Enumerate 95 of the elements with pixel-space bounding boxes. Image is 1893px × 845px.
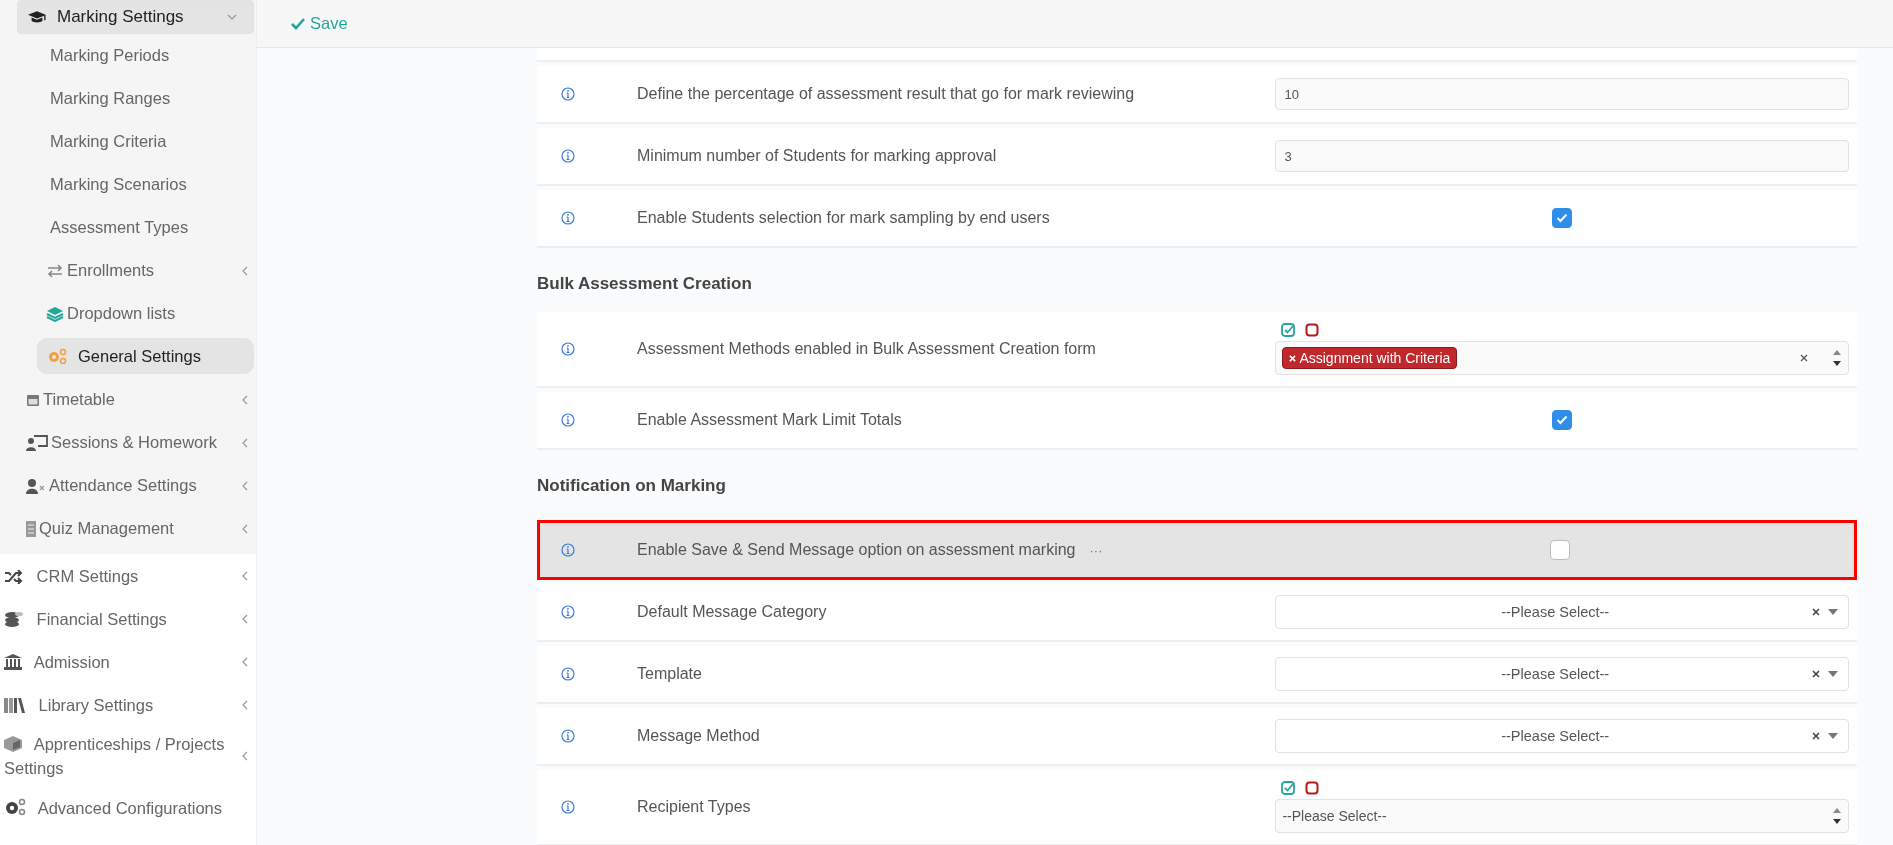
dropdown[interactable]: --Please Select-- [1275, 719, 1849, 753]
chevron-left-icon [242, 265, 248, 276]
sidebar-item[interactable]: General Settings [37, 338, 254, 374]
sidebar-item[interactable]: CRM Settings [0, 554, 254, 597]
dropdown[interactable]: --Please Select-- [1275, 657, 1849, 691]
gears-icon [4, 797, 26, 816]
sidebar-item[interactable]: Sessions & Homework [0, 421, 254, 464]
sidebar-item[interactable]: Marking Settings [17, 0, 254, 34]
info-icon[interactable] [561, 413, 575, 427]
sidebar-item[interactable]: Timetable [0, 378, 254, 421]
deselect-all-icon[interactable] [1305, 781, 1320, 795]
checkbox[interactable] [1552, 410, 1573, 430]
checkmark-icon [1556, 213, 1569, 223]
tag[interactable]: Assignment with Criteria [1282, 347, 1458, 369]
chevron-down-icon [227, 14, 237, 20]
graduation-cap-icon [28, 9, 46, 25]
sidebar-item[interactable]: Financial Settings [0, 597, 254, 640]
sidebar-item[interactable]: Advanced Configurations [0, 786, 254, 829]
field-label: Default Message Category [637, 603, 827, 621]
books-icon [4, 696, 26, 713]
gears-icon [47, 348, 67, 364]
multi-select-field[interactable]: --Please Select-- [1275, 799, 1849, 833]
section-heading: Notification on Marking [537, 475, 727, 497]
layers-icon [46, 305, 64, 322]
checkbox[interactable] [1549, 540, 1570, 560]
chevron-left-icon [242, 656, 248, 667]
select-all-icon[interactable] [1281, 323, 1296, 337]
field-label: Assessment Methods enabled in Bulk Assessment Creation form [637, 340, 1096, 358]
input-field[interactable]: 3 [1275, 140, 1849, 172]
info-icon[interactable] [561, 667, 575, 681]
info-icon[interactable] [561, 605, 575, 619]
field-label: Define the percentage of assessment result that go for mark reviewing [637, 85, 1135, 103]
chevron-left-icon [242, 570, 248, 581]
sidebar-item[interactable]: Enrollments [0, 249, 254, 292]
sidebar-item[interactable]: Library Settings [0, 683, 254, 726]
cube-icon [4, 736, 22, 752]
field-label: Minimum number of Students for marking approval [637, 147, 997, 165]
checklist-icon [26, 520, 36, 537]
sidebar-item[interactable]: Dropdown lists [0, 292, 254, 335]
field-label: Enable Save & Send Message option on assessment marking [637, 541, 1076, 559]
sidebar-item[interactable]: Attendance Settings [0, 464, 254, 507]
input-field[interactable]: 10 [1275, 78, 1849, 110]
info-icon[interactable] [561, 729, 575, 743]
checkmark-icon [291, 17, 305, 30]
bank-icon [4, 653, 22, 670]
chevron-left-icon [242, 613, 248, 624]
spinner-arrows-icon[interactable] [1832, 348, 1842, 368]
info-icon[interactable] [561, 149, 575, 163]
calendar-icon [26, 392, 40, 407]
shuffle-icon [4, 569, 24, 584]
info-icon[interactable] [561, 342, 575, 356]
select-all-icon[interactable] [1281, 781, 1296, 795]
chevron-left-icon [242, 523, 248, 534]
checkbox[interactable] [1552, 208, 1573, 228]
field-label: Recipient Types [637, 798, 751, 816]
sidebar-item[interactable]: Marking Criteria [0, 120, 254, 163]
spinner-arrows-icon[interactable] [1832, 806, 1842, 826]
info-icon[interactable] [561, 800, 575, 814]
chevron-left-icon [242, 394, 248, 405]
arrows-icon [46, 263, 64, 278]
chevron-left-icon [242, 751, 248, 761]
field-label: Message Method [637, 727, 760, 745]
chevron-left-icon [242, 699, 248, 710]
chevron-left-icon [242, 437, 248, 448]
sidebar-item[interactable]: Admission [0, 640, 254, 683]
field-label: Enable Assessment Mark Limit Totals [637, 411, 902, 429]
section-heading: Bulk Assessment Creation [537, 273, 753, 295]
sidebar-item[interactable]: Quiz Management [0, 507, 254, 550]
user-icon [26, 477, 46, 494]
clear-icon[interactable] [1812, 608, 1820, 616]
sidebar-item[interactable]: Apprenticeships / Projects Settings [0, 726, 254, 786]
clear-icon[interactable] [1800, 354, 1808, 362]
field-label: Enable Students selection for mark sampling by end users [637, 209, 1050, 227]
chevron-left-icon [242, 480, 248, 491]
field-label: Template [637, 665, 702, 683]
presentation-icon [26, 434, 48, 451]
info-icon[interactable] [561, 211, 575, 225]
clear-icon[interactable] [1812, 670, 1820, 678]
caret-down-icon [1828, 609, 1838, 615]
multi-select-field[interactable]: Assignment with Criteria [1275, 341, 1849, 375]
checkmark-icon [1556, 415, 1569, 425]
sidebar-item[interactable]: Assessment Types [0, 206, 254, 249]
remove-icon[interactable] [1289, 354, 1297, 362]
coins-icon [4, 610, 24, 627]
deselect-all-icon[interactable] [1305, 323, 1320, 337]
info-icon[interactable] [561, 87, 575, 101]
dropdown[interactable]: --Please Select-- [1275, 595, 1849, 629]
caret-down-icon [1828, 671, 1838, 677]
sidebar-item[interactable]: Marking Scenarios [0, 163, 254, 206]
sidebar-item[interactable]: Marking Ranges [0, 77, 254, 120]
sidebar-item[interactable]: Marking Periods [0, 34, 254, 77]
info-icon[interactable] [561, 543, 575, 557]
more-link[interactable]: ··· [1089, 542, 1103, 558]
caret-down-icon [1828, 733, 1838, 739]
clear-icon[interactable] [1812, 732, 1820, 740]
